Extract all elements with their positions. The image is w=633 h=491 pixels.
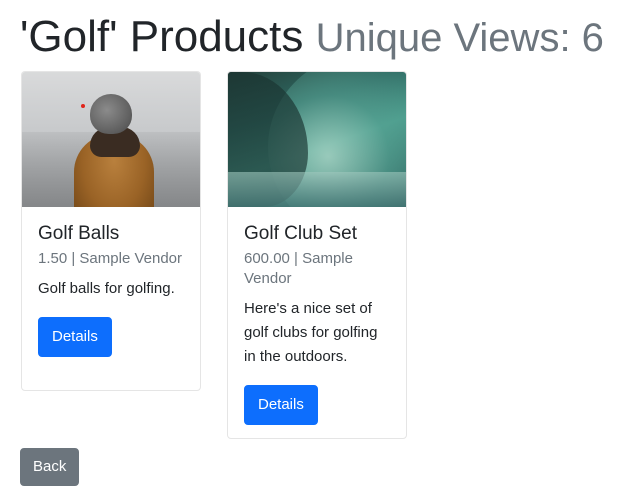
back-button[interactable]: Back <box>20 448 80 486</box>
details-button[interactable]: Details <box>244 385 318 425</box>
product-card-golf-club-set: Golf Club Set 600.00 | Sample Vendor Her… <box>227 71 407 439</box>
card-body: Golf Club Set 600.00 | Sample Vendor Her… <box>228 207 406 425</box>
unique-views-count: Unique Views: 6 <box>315 16 604 60</box>
product-card-golf-balls: Golf Balls 1.50 | Sample Vendor Golf bal… <box>21 71 201 391</box>
product-price-vendor: 600.00 | Sample Vendor <box>244 250 353 287</box>
product-image-golf-club-set <box>228 72 406 207</box>
page-title: 'Golf' Products Unique Views: 6 <box>20 10 604 65</box>
card-body: Golf Balls 1.50 | Sample Vendor Golf bal… <box>22 207 200 357</box>
product-description: Golf balls for golfing. <box>38 280 175 297</box>
product-page: 'Golf' Products Unique Views: 6 Golf Bal… <box>0 0 633 491</box>
product-name: Golf Balls <box>38 223 120 244</box>
product-image-golf-balls <box>22 72 200 207</box>
details-button[interactable]: Details <box>38 317 112 357</box>
product-price-vendor: 1.50 | Sample Vendor <box>38 250 182 267</box>
product-description: Here's a nice set of golf clubs for golf… <box>244 300 378 365</box>
product-name: Golf Club Set <box>244 223 357 244</box>
page-title-text: 'Golf' Products <box>20 12 304 61</box>
